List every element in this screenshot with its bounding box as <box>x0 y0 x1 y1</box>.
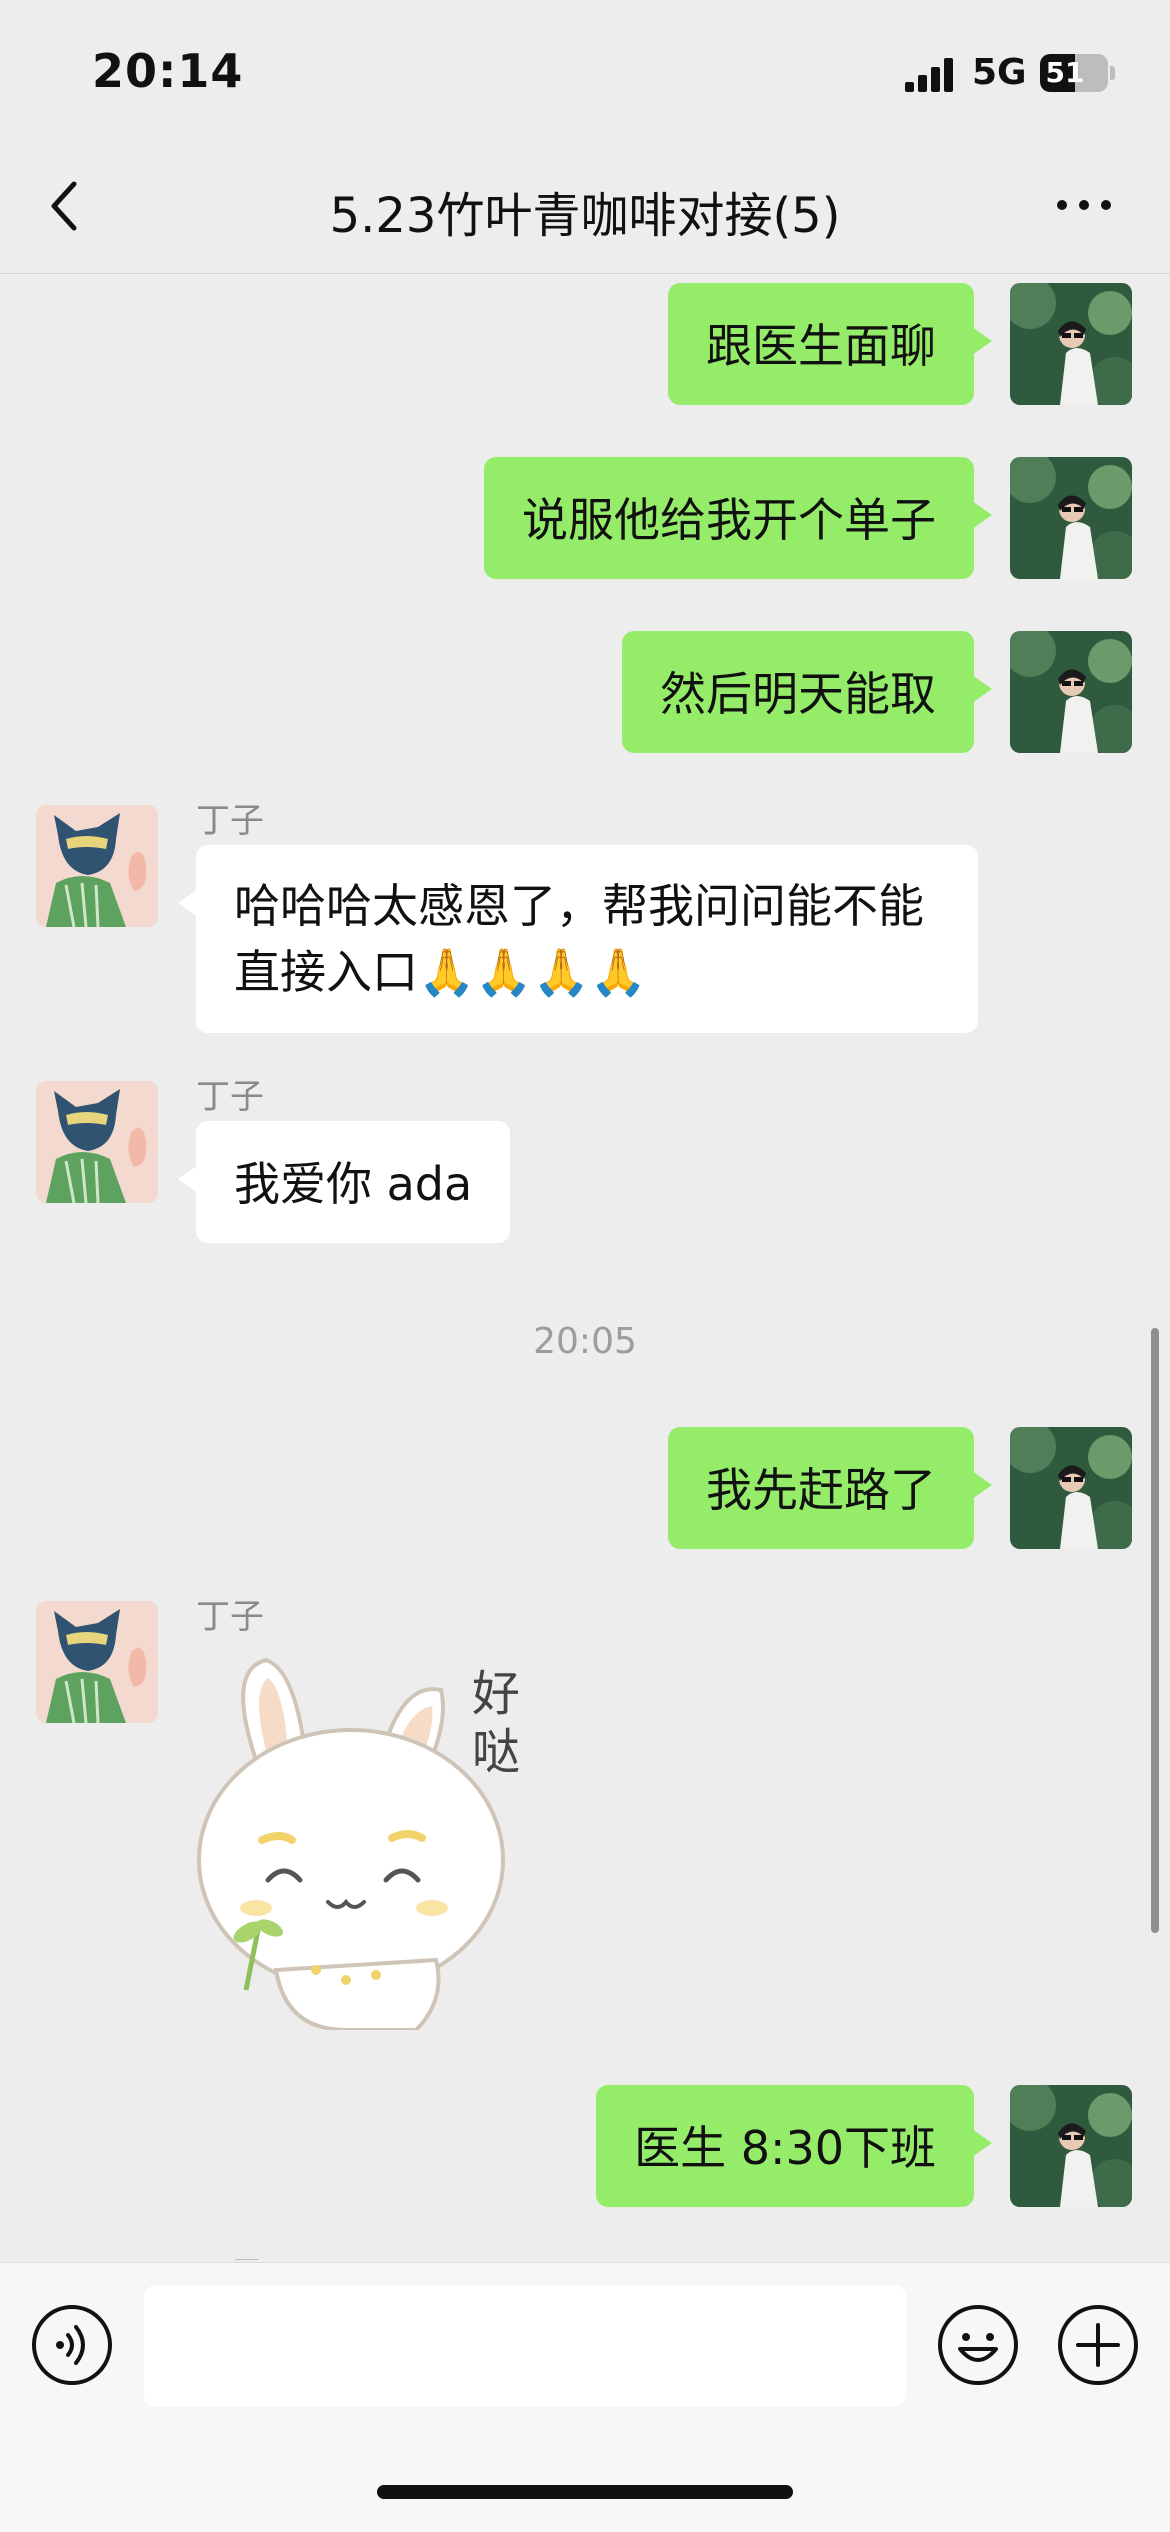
plus-icon[interactable] <box>1056 2303 1140 2387</box>
self-avatar[interactable] <box>1010 2085 1132 2207</box>
sender-name: 丁子 <box>196 2247 264 2260</box>
voice-icon[interactable] <box>30 2303 114 2387</box>
outgoing-message-bubble[interactable]: 我先赶路了 <box>668 1427 992 1549</box>
message-text: 哈哈哈太感恩了，帮我问问能不能直接入口🙏🙏🙏🙏 <box>234 879 924 999</box>
incoming-message-bubble[interactable]: 我爱你 ada <box>177 1121 511 1243</box>
status-time: 20:14 <box>92 44 244 98</box>
self-avatar[interactable] <box>1010 283 1132 405</box>
message-text: 然后明天能取 <box>660 667 936 721</box>
incoming-message-bubble[interactable]: 哈哈哈太感恩了，帮我问问能不能直接入口🙏🙏🙏🙏 <box>178 845 978 1033</box>
outgoing-message-bubble[interactable]: 跟医生面聊 <box>668 283 992 405</box>
time-divider: 20:05 <box>533 1321 637 1362</box>
self-avatar[interactable] <box>1010 1427 1132 1549</box>
message-text: 说服他给我开个单子 <box>522 493 936 547</box>
chat-title: 5.23竹叶青咖啡对接(5) <box>329 188 841 244</box>
sender-name: 丁子 <box>196 1597 264 1637</box>
network-label: 5G <box>972 52 1027 93</box>
sticker-text-1: 好 <box>472 1666 520 1722</box>
signal-icon <box>905 58 953 92</box>
chevron-left-icon[interactable] <box>44 174 88 238</box>
more-dots-icon[interactable] <box>1052 190 1116 220</box>
battery-level-text: 51 <box>1045 56 1085 89</box>
self-avatar[interactable] <box>1010 457 1132 579</box>
emoji-icon[interactable] <box>936 2303 1020 2387</box>
dingzi-avatar[interactable] <box>36 1081 158 1203</box>
message-text: 医生 8:30下班 <box>634 2121 936 2175</box>
chat-header: 5.23竹叶青咖啡对接(5) <box>0 140 1170 274</box>
message-list[interactable]: 跟医生面聊 说服他给我开个单子 然后明天能取 丁子 哈哈哈太感恩了，帮我问问能不… <box>0 275 1170 2260</box>
outgoing-message-bubble[interactable]: 医生 8:30下班 <box>596 2085 992 2207</box>
home-indicator <box>377 2485 793 2499</box>
message-text: 我先赶路了 <box>706 1463 936 1517</box>
status-bar: 20:14 5G 51 <box>0 0 1170 140</box>
dingzi-avatar[interactable] <box>36 805 158 927</box>
self-avatar[interactable] <box>1010 631 1132 753</box>
scrollbar[interactable] <box>1151 1328 1159 1933</box>
message-text: 我爱你 ada <box>234 1157 473 1211</box>
message-text: 跟医生面聊 <box>706 319 936 373</box>
outgoing-message-bubble[interactable]: 然后明天能取 <box>622 631 992 753</box>
bunny-sticker[interactable]: 好 哒 <box>196 1640 576 2030</box>
dingzi-avatar[interactable] <box>36 1601 158 1723</box>
sticker-text-2: 哒 <box>472 1724 520 1780</box>
sender-name: 丁子 <box>196 1077 264 1117</box>
battery-icon: 51 <box>1040 54 1108 92</box>
outgoing-message-bubble[interactable]: 说服他给我开个单子 <box>484 457 992 579</box>
battery-tip <box>1110 66 1115 80</box>
sender-name: 丁子 <box>196 801 264 841</box>
message-input[interactable] <box>144 2285 906 2407</box>
